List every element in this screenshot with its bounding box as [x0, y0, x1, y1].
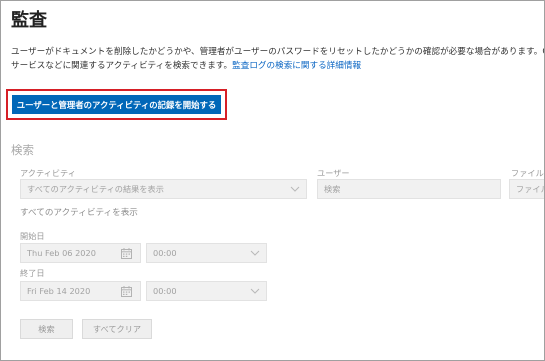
- start-date-value: Thu Feb 06 2020: [27, 248, 96, 258]
- clear-all-button[interactable]: すべてクリア: [82, 319, 152, 339]
- files-input[interactable]: ファイル、: [509, 179, 544, 199]
- audit-log-help-link[interactable]: 監査ログの検索に関する詳細情報: [232, 61, 361, 71]
- page-description: ユーザーがドキュメントを削除したかどうかや、管理者がユーザーのパスワードをリセッ…: [11, 45, 545, 73]
- files-input-placeholder: ファイル、: [516, 184, 544, 194]
- chevron-down-icon: [250, 250, 260, 256]
- files-label: ファイル、フ: [511, 168, 544, 178]
- end-date-value: Fri Feb 14 2020: [27, 286, 91, 296]
- start-time-value: 00:00: [153, 248, 177, 258]
- users-search-input[interactable]: 検索: [317, 179, 501, 199]
- description-line-2-text: サービスなどに関連するアクティビティを検索できます。: [11, 61, 233, 71]
- description-line-1: ユーザーがドキュメントを削除したかどうかや、管理者がユーザーのパスワードをリセッ…: [11, 47, 545, 57]
- users-search-placeholder: 検索: [324, 184, 341, 194]
- chevron-down-icon: [250, 288, 260, 294]
- calendar-icon[interactable]: [121, 286, 132, 297]
- activities-dropdown-value: すべてのアクティビティの結果を表示: [27, 184, 164, 194]
- end-date-input[interactable]: Fri Feb 14 2020: [20, 281, 141, 301]
- activities-dropdown[interactable]: すべてのアクティビティの結果を表示: [20, 179, 307, 199]
- calendar-icon[interactable]: [121, 248, 132, 259]
- activities-label: アクティビティ: [20, 168, 76, 178]
- search-button[interactable]: 検索: [20, 319, 73, 339]
- start-date-label: 開始日: [20, 231, 45, 241]
- start-date-input[interactable]: Thu Feb 06 2020: [20, 243, 141, 263]
- search-section-title: 検索: [11, 143, 34, 157]
- chevron-down-icon: [290, 186, 300, 192]
- users-label: ユーザー: [317, 168, 350, 178]
- start-recording-button[interactable]: ユーザーと管理者のアクティビティの記録を開始する: [12, 95, 221, 114]
- audit-page: 監査 ユーザーがドキュメントを削除したかどうかや、管理者がユーザーのパスワードを…: [0, 0, 545, 361]
- end-time-dropdown[interactable]: 00:00: [146, 281, 267, 301]
- end-date-label: 終了日: [20, 268, 45, 278]
- start-time-dropdown[interactable]: 00:00: [146, 243, 267, 263]
- end-time-value: 00:00: [153, 286, 177, 296]
- page-title: 監査: [11, 10, 47, 31]
- start-recording-highlight: ユーザーと管理者のアクティビティの記録を開始する: [6, 89, 227, 120]
- description-line-2: サービスなどに関連するアクティビティを検索できます。監査ログの検索に関する詳細情…: [11, 59, 544, 73]
- activities-summary: すべてのアクティビティを表示: [20, 208, 138, 218]
